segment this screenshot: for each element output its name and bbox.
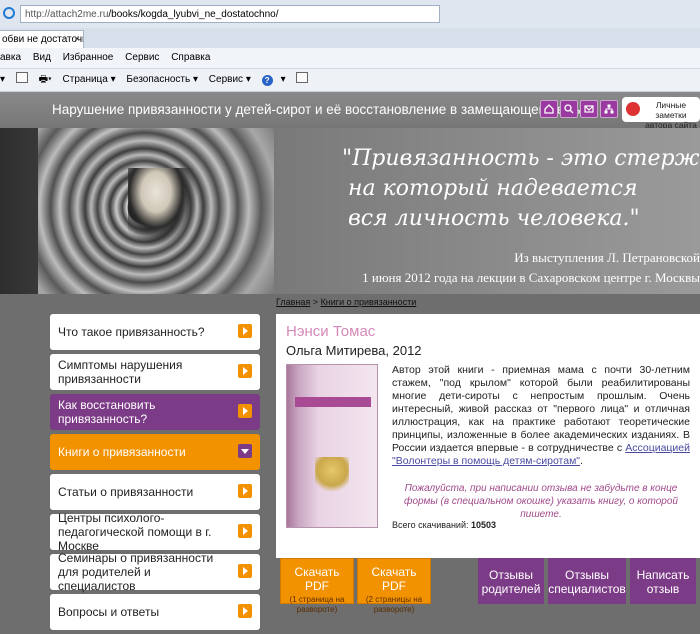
banner-quote: "Привязанность - это стержень, на которы…	[342, 144, 700, 234]
safety-menu[interactable]: Безопасность ▾	[126, 69, 198, 91]
page-menu[interactable]: Страница ▾	[63, 69, 116, 91]
mail-icon[interactable]	[580, 100, 598, 118]
sidebar-item-label: Семинары о привязанности для родителей и…	[58, 551, 214, 593]
download-pdf-single-button[interactable]: Скачать PDF (1 страница на развороте)	[280, 558, 354, 614]
browser-logo-icon	[3, 7, 15, 19]
notes-line1: Личные заметки	[655, 100, 687, 120]
description-text: Автор этой книги - приемная мама с почти…	[392, 364, 690, 454]
book-author: Нэнси Томас	[286, 323, 376, 340]
sidebar-item-seminars[interactable]: Семинары о привязанности для родителей и…	[50, 551, 260, 593]
help-icon[interactable]: ?	[261, 75, 273, 86]
menu-tools[interactable]: Сервис	[125, 52, 159, 63]
home-icon[interactable]	[540, 100, 558, 118]
menu-edit[interactable]: авка	[0, 52, 21, 63]
author-notes-button[interactable]: Личные заметки автора сайта	[622, 97, 700, 130]
arrow-right-icon	[238, 404, 252, 418]
close-tab-icon[interactable]: ×	[74, 31, 80, 48]
sidebar-item-label: Вопросы и ответы	[58, 605, 160, 619]
quote-line: вся личность человека."	[348, 206, 640, 231]
sidebar-item-label: Центры психолого-педагогической помощи в…	[58, 511, 212, 553]
button-label: Написать отзыв	[636, 568, 690, 596]
arrow-right-icon	[238, 524, 252, 538]
quote-credit: Из выступления Л. Петрановской	[514, 250, 700, 265]
specialist-reviews-button[interactable]: Отзывы специалистов	[548, 558, 626, 604]
arrow-right-icon	[238, 564, 252, 578]
sidebar-item-books[interactable]: Книги о привязанности	[50, 434, 260, 470]
menu-favorites[interactable]: Избранное	[63, 52, 114, 63]
sidebar-item-what-is-attachment[interactable]: Что такое привязанность?	[50, 314, 260, 350]
dropdown-arrow-icon[interactable]: ▾	[281, 69, 286, 91]
button-sublabel: (1 страница на развороте)	[289, 595, 345, 614]
breadcrumb-home[interactable]: Главная	[276, 297, 310, 307]
arrow-right-icon	[238, 364, 252, 378]
command-bar: ▾ 🖶▾ Страница ▾ Безопасность ▾ Сервис ▾ …	[0, 69, 700, 92]
download-count: Всего скачиваний: 10503	[392, 520, 496, 530]
arrow-right-icon	[238, 324, 252, 338]
quote-credit-date: 1 июня 2012 года на лекции в Сахаровском…	[362, 270, 700, 285]
read-mail-icon[interactable]	[15, 72, 28, 83]
download-count-label: Всего скачиваний:	[392, 520, 469, 530]
pencil-icon	[626, 102, 640, 116]
url-field[interactable]: http://attach2me.ru/books/kogda_lyubvi_n…	[20, 5, 440, 23]
child-figure	[128, 168, 198, 248]
book-description: Автор этой книги - приемная мама с почти…	[392, 364, 690, 468]
research-icon[interactable]	[296, 72, 309, 83]
sidebar-item-label: Как восстановить привязанность?	[58, 398, 156, 426]
button-label: Скачать PDF	[294, 565, 340, 593]
button-label: Отзывы специалистов	[548, 568, 626, 596]
book-card: Нэнси Томас Ольга Митирева, 2012 Автор э…	[276, 314, 700, 558]
browser-tab[interactable]: обви не достаточн...×	[0, 30, 84, 48]
sitemap-icon[interactable]	[600, 100, 618, 118]
print-icon[interactable]: 🖶▾	[39, 69, 52, 91]
sidebar-item-label: Что такое привязанность?	[58, 325, 205, 339]
button-sublabel: (2 страницы на развороте)	[365, 595, 423, 614]
url-path: /books/kogda_lyubvi_ne_dostatochno/	[108, 9, 279, 20]
sidebar-item-label: Книги о привязанности	[58, 445, 186, 459]
description-end: .	[580, 455, 583, 467]
arrow-right-icon	[238, 484, 252, 498]
banner-photo	[38, 128, 274, 294]
arrow-right-icon	[238, 604, 252, 618]
sidebar-item-symptoms[interactable]: Симптомы нарушения привязанности	[50, 354, 260, 390]
sidebar-item-centers[interactable]: Центры психолого-педагогической помощи в…	[50, 511, 260, 553]
review-note: Пожалуйста, при написании отзыва не забу…	[404, 483, 678, 520]
url-host: http://attach2me.ru	[25, 9, 109, 20]
download-count-value: 10503	[471, 520, 497, 530]
parent-reviews-button[interactable]: Отзывы родителей	[478, 558, 544, 604]
tools-command-menu[interactable]: Сервис ▾	[209, 69, 251, 91]
address-bar-area: http://attach2me.ru/books/kogda_lyubvi_n…	[0, 0, 700, 29]
search-icon[interactable]	[560, 100, 578, 118]
quote-line: "Привязанность - это стержень,	[342, 146, 700, 171]
breadcrumb-current[interactable]: Книги о привязанности	[321, 297, 417, 307]
book-cover-image	[286, 364, 378, 528]
site-title: Нарушение привязанности у детей-сирот и …	[52, 102, 589, 117]
dropdown-arrow-icon[interactable]: ▾	[0, 69, 5, 91]
download-pdf-double-button[interactable]: Скачать PDF (2 страницы на развороте)	[357, 558, 431, 614]
menu-bar: авка Вид Избранное Сервис Справка	[0, 48, 700, 69]
site-header: Нарушение привязанности у детей-сирот и …	[0, 92, 700, 130]
cover-title-bar	[295, 397, 371, 407]
sidebar-item-label: Статьи о привязанности	[58, 485, 194, 499]
arrow-down-icon	[238, 444, 252, 458]
write-review-button[interactable]: Написать отзыв	[630, 558, 696, 604]
sidebar-item-restore[interactable]: Как восстановить привязанность?	[50, 394, 260, 430]
sidebar-item-label: Симптомы нарушения привязанности	[58, 358, 183, 386]
button-label: Отзывы родителей	[481, 568, 541, 596]
sidebar-item-faq[interactable]: Вопросы и ответы	[50, 594, 260, 630]
sidebar-nav: Что такое привязанность? Симптомы наруше…	[50, 314, 260, 634]
breadcrumb: Главная > Книги о привязанности	[276, 297, 416, 307]
sidebar-item-articles[interactable]: Статьи о привязанности	[50, 474, 260, 510]
book-translator-year: Ольга Митирева, 2012	[286, 343, 422, 358]
breadcrumb-separator: >	[312, 297, 319, 307]
banner: "Привязанность - это стержень, на которы…	[0, 128, 700, 294]
tab-title: обви не достаточн...	[2, 34, 83, 45]
menu-help[interactable]: Справка	[171, 52, 210, 63]
menu-view[interactable]: Вид	[33, 52, 51, 63]
button-label: Скачать PDF	[371, 565, 417, 593]
quote-line: на который надевается	[348, 176, 638, 201]
teddy-bear-icon	[315, 457, 349, 495]
tab-bar: обви не достаточн...×	[0, 28, 700, 48]
